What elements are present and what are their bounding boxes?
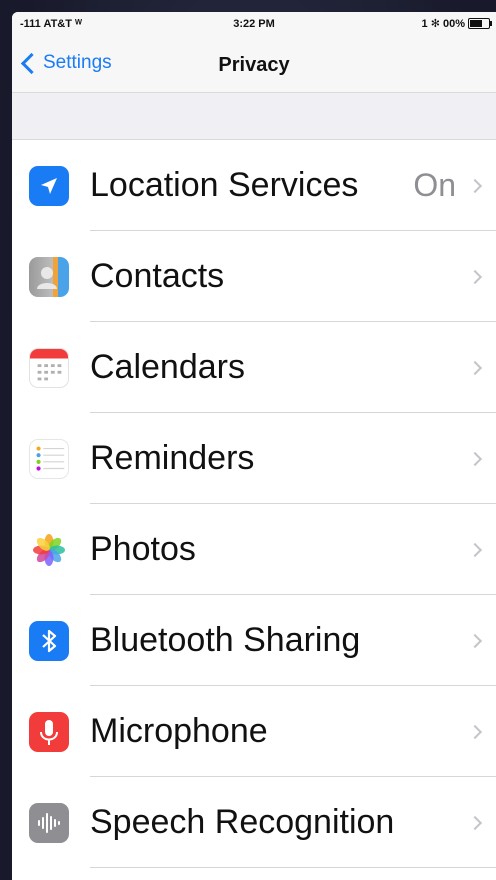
row-reminders[interactable]: Reminders [12, 413, 496, 504]
chevron-right-icon [467, 178, 483, 193]
chevron-right-icon [467, 633, 483, 648]
calendar-icon [29, 347, 69, 388]
back-button[interactable]: Settings [20, 52, 112, 74]
row-microphone[interactable]: Microphone [12, 686, 496, 777]
chevron-right-icon [467, 815, 483, 830]
bluetooth-icon [29, 620, 69, 661]
battery-text: 1 ✻ 00% [421, 18, 465, 30]
row-label: Microphone [90, 712, 268, 750]
row-label: Bluetooth Sharing [90, 621, 361, 659]
chevron-right-icon [467, 269, 483, 284]
row-label: Reminders [90, 439, 255, 477]
row-location-services[interactable]: Location Services On [12, 140, 496, 231]
chevron-right-icon [467, 451, 483, 466]
row-label: Calendars [90, 348, 245, 386]
microphone-icon [29, 711, 69, 752]
row-label: Photos [90, 530, 196, 568]
row-label: Speech Recognition [90, 803, 395, 841]
row-bluetooth-sharing[interactable]: Bluetooth Sharing [12, 595, 496, 686]
photos-icon [29, 529, 69, 570]
row-label: Contacts [90, 257, 225, 295]
section-spacer [12, 93, 496, 140]
contacts-icon [29, 256, 69, 297]
reminders-icon [29, 438, 69, 479]
chevron-right-icon [467, 542, 483, 557]
chevron-left-icon [20, 52, 43, 74]
row-calendars[interactable]: Calendars [12, 322, 496, 413]
device-frame: -111 AT&T ᵂ 3:22 PM 1 ✻ 00% Settings Pri… [0, 0, 496, 880]
row-speech-recognition[interactable]: Speech Recognition [12, 777, 496, 868]
chevron-right-icon [467, 724, 483, 739]
navigation-bar: Settings Privacy [12, 40, 496, 93]
speech-waveform-icon [29, 802, 69, 843]
chevron-right-icon [467, 360, 483, 375]
location-arrow-icon [29, 165, 69, 206]
row-photos[interactable]: Photos [12, 504, 496, 595]
back-button-label: Settings [43, 52, 112, 73]
row-value: On [413, 167, 456, 203]
privacy-settings-list: Location Services On Contacts Calendars … [12, 140, 496, 868]
row-contacts[interactable]: Contacts [12, 231, 496, 322]
row-label: Location Services [90, 166, 359, 204]
status-bar: -111 AT&T ᵂ 3:22 PM 1 ✻ 00% [12, 12, 496, 40]
battery-status: 1 ✻ 00% [421, 17, 492, 30]
battery-icon [468, 18, 492, 29]
phone-screen: -111 AT&T ᵂ 3:22 PM 1 ✻ 00% Settings Pri… [12, 12, 496, 880]
